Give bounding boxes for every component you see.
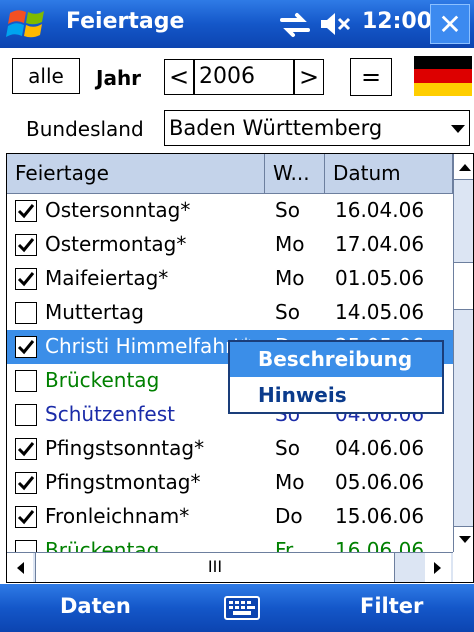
table-row[interactable]: Pfingstsonntag* So 04.06.06 [7, 432, 453, 466]
menu-item-note[interactable]: Hinweis [230, 378, 442, 413]
column-header-date[interactable]: Datum [325, 154, 453, 194]
softkey-data[interactable]: Daten [60, 594, 131, 618]
cell-date: 04.06.06 [335, 436, 425, 460]
state-select[interactable]: Baden Württemberg [164, 110, 470, 146]
checkmark-icon [17, 238, 35, 253]
table-row[interactable]: Pfingstmontag* Mo 05.06.06 [7, 466, 453, 500]
connectivity-icon[interactable] [278, 12, 312, 38]
table-row[interactable]: Ostersonntag* So 16.04.06 [7, 194, 453, 228]
cell-date: 14.05.06 [335, 300, 425, 324]
state-label: Bundesland [26, 117, 144, 141]
cell-holiday-name: Schützenfest [45, 402, 175, 426]
context-menu: Beschreibung Hinweis [228, 340, 444, 414]
row-checkbox[interactable] [15, 302, 37, 324]
equals-button[interactable]: = [350, 58, 392, 96]
cell-holiday-name: Ostersonntag* [45, 198, 191, 222]
column-header-weekday[interactable]: W... [265, 154, 325, 194]
softkey-filter[interactable]: Filter [360, 594, 423, 618]
cell-date: 15.06.06 [335, 504, 425, 528]
cell-date: 16.04.06 [335, 198, 425, 222]
checkmark-icon [17, 204, 35, 219]
state-select-value: Baden Württemberg [169, 116, 383, 140]
cell-weekday: So [275, 300, 300, 324]
next-year-button[interactable]: > [294, 59, 324, 95]
year-label: Jahr [96, 66, 142, 90]
all-button[interactable]: alle [12, 58, 80, 94]
softkey-bar: Daten Filter [0, 584, 474, 632]
row-checkbox[interactable] [15, 336, 37, 358]
horizontal-scrollbar[interactable]: III [7, 552, 453, 582]
windows-start-icon[interactable] [6, 5, 50, 43]
cell-holiday-name: Fronleichnam* [45, 504, 190, 528]
scroll-up-icon[interactable] [454, 154, 473, 180]
checkmark-icon [17, 442, 35, 457]
cell-holiday-name: Christi Himmelfahrt* [45, 334, 252, 358]
checkmark-icon [17, 272, 35, 287]
germany-flag-icon[interactable] [414, 56, 472, 96]
cell-weekday: Mo [275, 232, 305, 256]
cell-holiday-name: Brückentag [45, 368, 160, 392]
checkmark-icon [17, 340, 35, 355]
row-checkbox[interactable] [15, 472, 37, 494]
cell-holiday-name: Pfingstmontag* [45, 470, 201, 494]
column-header-holidays[interactable]: Feiertage [7, 154, 265, 194]
menu-item-description[interactable]: Beschreibung [230, 342, 442, 377]
checkmark-icon [17, 476, 35, 491]
row-checkbox[interactable] [15, 404, 37, 426]
row-checkbox[interactable] [15, 438, 37, 460]
cell-date: 01.05.06 [335, 266, 425, 290]
row-checkbox[interactable] [15, 268, 37, 290]
cell-holiday-name: Maifeiertag* [45, 266, 169, 290]
dropdown-arrow-icon [451, 125, 465, 133]
horizontal-scroll-thumb[interactable]: III [35, 553, 395, 582]
cell-weekday: So [275, 198, 300, 222]
cell-date: 05.06.06 [335, 470, 425, 494]
vertical-scrollbar[interactable] [453, 154, 473, 552]
cell-weekday: Do [275, 504, 303, 528]
table-row[interactable]: Ostermontag* Mo 17.04.06 [7, 228, 453, 262]
cell-holiday-name: Ostermontag* [45, 232, 187, 256]
keyboard-icon[interactable] [224, 596, 260, 620]
volume-muted-icon[interactable] [318, 10, 352, 38]
cell-holiday-name: Muttertag [45, 300, 144, 324]
row-checkbox[interactable] [15, 200, 37, 222]
app-title: Feiertage [66, 9, 185, 34]
row-checkbox[interactable] [15, 234, 37, 256]
cell-weekday: Mo [275, 470, 305, 494]
cell-date: 17.04.06 [335, 232, 425, 256]
table-row[interactable]: Fronleichnam* Do 15.06.06 [7, 500, 453, 534]
clock[interactable]: 12:00 [362, 9, 432, 34]
row-checkbox[interactable] [15, 506, 37, 528]
table-row[interactable]: Maifeiertag* Mo 01.05.06 [7, 262, 453, 296]
cell-weekday: Mo [275, 266, 305, 290]
list-header: Feiertage W... Datum [7, 154, 453, 194]
close-button[interactable]: ✕ [430, 4, 470, 44]
cell-weekday: So [275, 436, 300, 460]
scroll-right-icon[interactable] [425, 553, 451, 582]
row-checkbox[interactable] [15, 370, 37, 392]
checkmark-icon [17, 510, 35, 525]
table-row[interactable]: Muttertag So 14.05.06 [7, 296, 453, 330]
prev-year-button[interactable]: < [164, 59, 194, 95]
vertical-scroll-thumb[interactable] [454, 262, 473, 310]
scroll-down-icon[interactable] [454, 526, 473, 552]
scroll-left-icon[interactable] [7, 553, 33, 582]
year-field[interactable]: 2006 [194, 59, 294, 95]
cell-holiday-name: Pfingstsonntag* [45, 436, 205, 460]
title-bar: Feiertage 12:00 ✕ [0, 0, 474, 48]
